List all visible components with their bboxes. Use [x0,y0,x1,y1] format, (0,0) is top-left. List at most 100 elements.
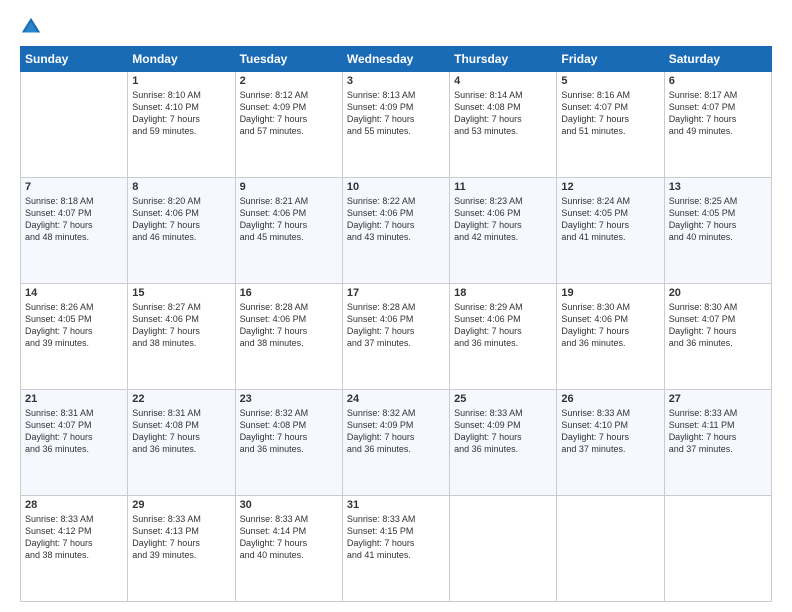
calendar-cell: 5 Sunrise: 8:16 AM Sunset: 4:07 PM Daylig… [557,72,664,178]
calendar-cell: 19Sunrise: 8:30 AM Sunset: 4:06 PM Dayli… [557,284,664,390]
day-number: 14 [25,287,123,299]
day-number: 28 [25,499,123,511]
cell-info: Sunrise: 8:13 AM Sunset: 4:09 PM Dayligh… [347,89,445,138]
day-number: 8 [132,181,230,193]
cell-info: Sunrise: 8:29 AM Sunset: 4:06 PM Dayligh… [454,301,552,350]
cell-info: Sunrise: 8:14 AM Sunset: 4:08 PM Dayligh… [454,89,552,138]
cell-info: Sunrise: 8:26 AM Sunset: 4:05 PM Dayligh… [25,301,123,350]
calendar-cell [450,496,557,602]
day-number: 9 [240,181,338,193]
day-number: 24 [347,393,445,405]
calendar-header-row: SundayMondayTuesdayWednesdayThursdayFrid… [21,47,772,72]
calendar-cell: 13 Sunrise: 8:25 AM Sunset: 4:05 PM Dayli… [664,178,771,284]
calendar-cell [557,496,664,602]
calendar-cell: 8Sunrise: 8:20 AM Sunset: 4:06 PM Daylig… [128,178,235,284]
day-number: 7 [25,181,123,193]
cell-info: Sunrise: 8:31 AM Sunset: 4:08 PM Dayligh… [132,407,230,456]
day-number: 11 [454,181,552,193]
calendar-cell: 17 Sunrise: 8:28 AM Sunset: 4:06 PM Dayli… [342,284,449,390]
calendar-cell: 21Sunrise: 8:31 AM Sunset: 4:07 PM Dayli… [21,390,128,496]
day-number: 6 [669,75,767,87]
logo [20,16,46,38]
day-number: 31 [347,499,445,511]
day-header-thursday: Thursday [450,47,557,72]
cell-info: Sunrise: 8:17 AM Sunset: 4:07 PM Dayligh… [669,89,767,138]
cell-info: Sunrise: 8:31 AM Sunset: 4:07 PM Dayligh… [25,407,123,456]
calendar-cell: 24 Sunrise: 8:32 AM Sunset: 4:09 PM Dayli… [342,390,449,496]
calendar-cell: 6 Sunrise: 8:17 AM Sunset: 4:07 PM Daylig… [664,72,771,178]
cell-info: Sunrise: 8:33 AM Sunset: 4:09 PM Dayligh… [454,407,552,456]
day-number: 20 [669,287,767,299]
calendar-cell: 27 Sunrise: 8:33 AM Sunset: 4:11 PM Dayli… [664,390,771,496]
calendar-week-3: 14 Sunrise: 8:26 AM Sunset: 4:05 PM Dayli… [21,284,772,390]
calendar-cell: 31 Sunrise: 8:33 AM Sunset: 4:15 PM Dayli… [342,496,449,602]
cell-info: Sunrise: 8:33 AM Sunset: 4:13 PM Dayligh… [132,513,230,562]
day-number: 16 [240,287,338,299]
day-header-friday: Friday [557,47,664,72]
day-number: 2 [240,75,338,87]
cell-info: Sunrise: 8:30 AM Sunset: 4:07 PM Dayligh… [669,301,767,350]
day-number: 19 [561,287,659,299]
cell-info: Sunrise: 8:12 AM Sunset: 4:09 PM Dayligh… [240,89,338,138]
day-header-wednesday: Wednesday [342,47,449,72]
cell-info: Sunrise: 8:22 AM Sunset: 4:06 PM Dayligh… [347,195,445,244]
cell-info: Sunrise: 8:27 AM Sunset: 4:06 PM Dayligh… [132,301,230,350]
cell-info: Sunrise: 8:24 AM Sunset: 4:05 PM Dayligh… [561,195,659,244]
cell-info: Sunrise: 8:25 AM Sunset: 4:05 PM Dayligh… [669,195,767,244]
calendar-table: SundayMondayTuesdayWednesdayThursdayFrid… [20,46,772,602]
logo-icon [20,16,42,38]
cell-info: Sunrise: 8:10 AM Sunset: 4:10 PM Dayligh… [132,89,230,138]
calendar-cell: 23Sunrise: 8:32 AM Sunset: 4:08 PM Dayli… [235,390,342,496]
calendar-cell: 14 Sunrise: 8:26 AM Sunset: 4:05 PM Dayli… [21,284,128,390]
day-number: 26 [561,393,659,405]
calendar-cell: 4 Sunrise: 8:14 AM Sunset: 4:08 PM Daylig… [450,72,557,178]
calendar-week-2: 7 Sunrise: 8:18 AM Sunset: 4:07 PM Daylig… [21,178,772,284]
cell-info: Sunrise: 8:28 AM Sunset: 4:06 PM Dayligh… [347,301,445,350]
calendar-cell: 9 Sunrise: 8:21 AM Sunset: 4:06 PM Daylig… [235,178,342,284]
page: SundayMondayTuesdayWednesdayThursdayFrid… [0,0,792,612]
day-number: 1 [132,75,230,87]
calendar-cell: 10 Sunrise: 8:22 AM Sunset: 4:06 PM Dayli… [342,178,449,284]
cell-info: Sunrise: 8:18 AM Sunset: 4:07 PM Dayligh… [25,195,123,244]
calendar-cell: 18 Sunrise: 8:29 AM Sunset: 4:06 PM Dayli… [450,284,557,390]
day-number: 4 [454,75,552,87]
calendar-cell: 29 Sunrise: 8:33 AM Sunset: 4:13 PM Dayli… [128,496,235,602]
header [20,16,772,38]
day-header-saturday: Saturday [664,47,771,72]
calendar-cell: 16 Sunrise: 8:28 AM Sunset: 4:06 PM Dayli… [235,284,342,390]
day-number: 25 [454,393,552,405]
calendar-cell: 30Sunrise: 8:33 AM Sunset: 4:14 PM Dayli… [235,496,342,602]
cell-info: Sunrise: 8:21 AM Sunset: 4:06 PM Dayligh… [240,195,338,244]
day-header-sunday: Sunday [21,47,128,72]
day-number: 5 [561,75,659,87]
cell-info: Sunrise: 8:16 AM Sunset: 4:07 PM Dayligh… [561,89,659,138]
calendar-cell: 25 Sunrise: 8:33 AM Sunset: 4:09 PM Dayli… [450,390,557,496]
cell-info: Sunrise: 8:33 AM Sunset: 4:15 PM Dayligh… [347,513,445,562]
day-number: 15 [132,287,230,299]
calendar-cell: 2 Sunrise: 8:12 AM Sunset: 4:09 PM Daylig… [235,72,342,178]
cell-info: Sunrise: 8:32 AM Sunset: 4:09 PM Dayligh… [347,407,445,456]
cell-info: Sunrise: 8:23 AM Sunset: 4:06 PM Dayligh… [454,195,552,244]
day-number: 23 [240,393,338,405]
cell-info: Sunrise: 8:33 AM Sunset: 4:14 PM Dayligh… [240,513,338,562]
calendar-week-1: 1 Sunrise: 8:10 AM Sunset: 4:10 PM Daylig… [21,72,772,178]
calendar-week-4: 21Sunrise: 8:31 AM Sunset: 4:07 PM Dayli… [21,390,772,496]
calendar-cell: 15 Sunrise: 8:27 AM Sunset: 4:06 PM Dayli… [128,284,235,390]
cell-info: Sunrise: 8:33 AM Sunset: 4:11 PM Dayligh… [669,407,767,456]
day-number: 27 [669,393,767,405]
calendar-cell: 12Sunrise: 8:24 AM Sunset: 4:05 PM Dayli… [557,178,664,284]
calendar-cell [664,496,771,602]
day-number: 10 [347,181,445,193]
cell-info: Sunrise: 8:28 AM Sunset: 4:06 PM Dayligh… [240,301,338,350]
day-header-tuesday: Tuesday [235,47,342,72]
calendar-cell: 1 Sunrise: 8:10 AM Sunset: 4:10 PM Daylig… [128,72,235,178]
calendar-cell: 3 Sunrise: 8:13 AM Sunset: 4:09 PM Daylig… [342,72,449,178]
day-number: 17 [347,287,445,299]
calendar-cell: 28Sunrise: 8:33 AM Sunset: 4:12 PM Dayli… [21,496,128,602]
day-number: 18 [454,287,552,299]
day-number: 29 [132,499,230,511]
calendar-cell: 20 Sunrise: 8:30 AM Sunset: 4:07 PM Dayli… [664,284,771,390]
calendar-cell: 11 Sunrise: 8:23 AM Sunset: 4:06 PM Dayli… [450,178,557,284]
day-number: 13 [669,181,767,193]
day-number: 3 [347,75,445,87]
